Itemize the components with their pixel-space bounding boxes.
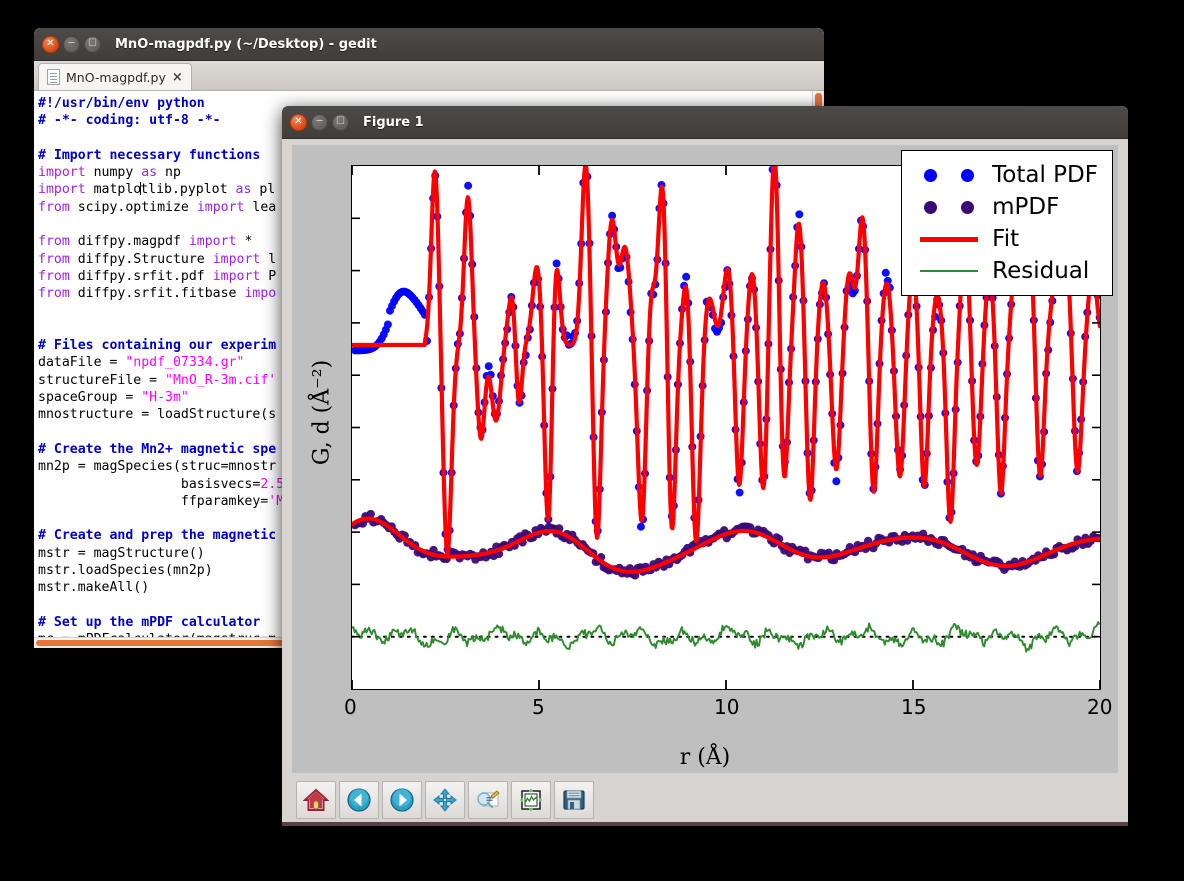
xtick-15: 15 bbox=[901, 695, 927, 719]
save-button[interactable] bbox=[554, 781, 594, 819]
pan-button[interactable] bbox=[425, 781, 465, 819]
legend-label-mpdf: mPDF bbox=[992, 194, 1060, 220]
back-button[interactable] bbox=[339, 781, 379, 819]
legend-entry-total-pdf: Total PDF bbox=[912, 159, 1098, 191]
figure-window-title: Figure 1 bbox=[363, 114, 424, 130]
gedit-window-title: MnO-magpdf.py (~/Desktop) - gedit bbox=[115, 36, 377, 52]
forward-button[interactable] bbox=[382, 781, 422, 819]
legend-marker-mpdf bbox=[912, 200, 986, 214]
tab-label: MnO-magpdf.py bbox=[66, 69, 166, 85]
gedit-tabbar: MnO-magpdf.py × bbox=[34, 61, 824, 91]
legend-entry-mpdf: mPDF bbox=[912, 191, 1098, 223]
configure-subplots-button[interactable] bbox=[511, 781, 551, 819]
tab-mno-magpdf[interactable]: MnO-magpdf.py × bbox=[38, 63, 192, 90]
home-button[interactable] bbox=[296, 781, 336, 819]
matplotlib-canvas[interactable]: 0 5 10 15 20 r (Å) G, d (Å⁻²) Total PDF bbox=[292, 145, 1118, 773]
xtick-20: 20 bbox=[1087, 695, 1113, 719]
legend-marker-total-pdf bbox=[912, 168, 986, 182]
legend-entry-fit: Fit bbox=[912, 223, 1098, 255]
minimize-icon[interactable]: ─ bbox=[311, 113, 328, 131]
legend-label-fit: Fit bbox=[992, 226, 1020, 252]
matplotlib-nav-toolbar bbox=[292, 778, 1108, 822]
close-icon[interactable]: ✕ bbox=[290, 113, 307, 131]
legend-marker-fit bbox=[912, 236, 986, 242]
maximize-icon[interactable]: ☐ bbox=[84, 35, 101, 53]
figure-window: ✕ ─ ☐ Figure 1 0 5 10 15 20 r (Å) G, d (… bbox=[282, 106, 1128, 826]
maximize-icon[interactable]: ☐ bbox=[332, 113, 349, 131]
python-file-icon bbox=[47, 69, 60, 85]
minimize-icon[interactable]: ─ bbox=[63, 35, 80, 53]
xtick-0: 0 bbox=[344, 695, 357, 719]
close-icon[interactable]: ✕ bbox=[42, 35, 59, 53]
xtick-10: 10 bbox=[714, 695, 740, 719]
x-axis-label: r (Å) bbox=[679, 745, 731, 770]
desktop: ✕ ─ ☐ MnO-magpdf.py (~/Desktop) - gedit … bbox=[0, 0, 1184, 881]
plot-legend: Total PDF mPDF Fit Residual bbox=[901, 150, 1113, 296]
legend-entry-residual: Residual bbox=[912, 255, 1098, 287]
figure-window-bottom-edge bbox=[282, 822, 1128, 826]
figure-titlebar[interactable]: ✕ ─ ☐ Figure 1 bbox=[282, 106, 1128, 139]
legend-label-residual: Residual bbox=[992, 258, 1090, 284]
zoom-rect-button[interactable] bbox=[468, 781, 508, 819]
legend-label-total-pdf: Total PDF bbox=[992, 162, 1098, 188]
legend-marker-residual bbox=[912, 270, 986, 272]
gedit-titlebar[interactable]: ✕ ─ ☐ MnO-magpdf.py (~/Desktop) - gedit bbox=[34, 28, 824, 61]
tab-close-icon[interactable]: × bbox=[172, 70, 183, 85]
y-axis-label: G, d (Å⁻²) bbox=[309, 359, 335, 466]
xtick-5: 5 bbox=[532, 695, 545, 719]
